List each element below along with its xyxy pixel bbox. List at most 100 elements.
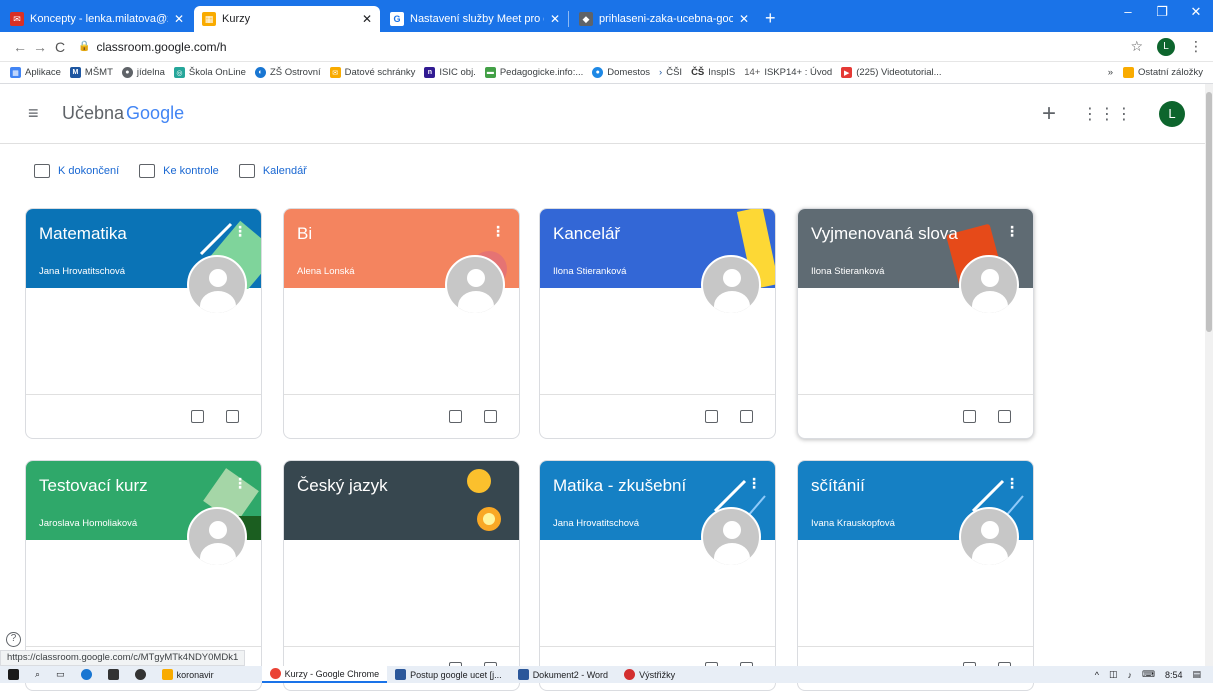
page-icon: ◆ — [579, 12, 593, 26]
notifications-icon[interactable]: ▤ — [1192, 669, 1201, 680]
portfolio-icon[interactable] — [191, 410, 204, 423]
store-icon — [107, 669, 119, 680]
bookmark-item[interactable]: ◐ ZŠ Ostrovní — [254, 67, 321, 78]
scrollbar-thumb[interactable] — [1206, 92, 1212, 332]
course-title[interactable]: Matematika — [39, 224, 127, 244]
skype-button[interactable] — [127, 666, 154, 683]
course-title[interactable]: Matika - zkušební — [553, 476, 686, 496]
bookmark-item[interactable]: ▦ Aplikace — [10, 67, 61, 78]
review-link[interactable]: Ke kontrole — [139, 164, 219, 178]
search-button[interactable]: ⌕ — [27, 666, 48, 683]
bookmark-item[interactable]: ▬ Pedagogicke.info:... — [484, 67, 583, 78]
edge-button[interactable] — [73, 666, 100, 683]
help-icon[interactable]: ? — [6, 632, 21, 647]
browser-tab[interactable]: ✉ Koncepty - lenka.milatova@zsste ✕ — [2, 6, 192, 32]
url-field[interactable]: 🔒 classroom.google.com/h — [78, 40, 1130, 54]
bookmark-item[interactable]: ✉ Datové schránky — [329, 67, 415, 78]
bookmark-item[interactable]: M MŠMT — [69, 67, 113, 78]
bookmark-item[interactable]: ● Domestos — [592, 67, 650, 78]
card-menu-icon[interactable]: ⋮ — [1005, 475, 1019, 492]
folder-icon[interactable] — [998, 410, 1011, 423]
close-icon[interactable]: ✕ — [739, 12, 749, 26]
classroom-icon: ▦ — [202, 12, 216, 26]
brand-prefix: Učebna — [62, 103, 125, 123]
account-avatar[interactable]: L — [1159, 100, 1185, 127]
page-scrollbar[interactable] — [1205, 84, 1213, 666]
course-card[interactable]: Český jazyk — [283, 460, 520, 691]
close-icon[interactable]: ✕ — [550, 12, 560, 26]
course-card[interactable]: Kancelář Ilona Stieranková — [539, 208, 776, 439]
card-menu-icon[interactable]: ⋮ — [1005, 223, 1019, 240]
card-menu-icon[interactable]: ⋮ — [233, 223, 247, 240]
portfolio-icon[interactable] — [963, 410, 976, 423]
menu-icon[interactable]: ≡ — [28, 103, 52, 124]
browser-tab[interactable]: G Nastavení služby Meet pro distan ✕ — [382, 6, 568, 32]
close-icon[interactable]: ✕ — [174, 12, 184, 26]
new-tab-button[interactable]: + — [765, 8, 776, 29]
course-title[interactable]: Bi — [297, 224, 312, 244]
reload-icon[interactable]: C — [50, 39, 70, 55]
network-icon[interactable]: ◫ — [1109, 669, 1118, 680]
back-icon[interactable]: ← — [10, 39, 30, 55]
card-menu-icon[interactable]: ⋮ — [233, 475, 247, 492]
taskbar-chrome[interactable]: Kurzy - Google Chrome — [261, 666, 388, 683]
start-button[interactable] — [0, 666, 27, 683]
course-card[interactable]: Vyjmenovaná slova Ilona Stieranková ⋮ — [797, 208, 1034, 439]
bookmark-item[interactable]: ▶ (225) Videotutorial... — [841, 67, 942, 78]
bookmark-item[interactable]: › ČŠI — [659, 67, 682, 78]
folder-icon[interactable] — [740, 410, 753, 423]
course-card[interactable]: Bi Alena Lonská ⋮ — [283, 208, 520, 439]
card-menu-icon[interactable]: ⋮ — [491, 223, 505, 240]
bookmark-item[interactable]: ČŠ InspIS — [691, 67, 735, 78]
forward-icon[interactable]: → — [30, 39, 50, 55]
todo-link[interactable]: K dokončení — [34, 164, 119, 178]
course-title[interactable]: Vyjmenovaná slova — [811, 224, 958, 244]
folder-icon[interactable] — [226, 410, 239, 423]
minimize-button[interactable]: – — [1111, 0, 1145, 24]
profile-avatar[interactable]: L — [1157, 37, 1175, 56]
bookmark-label: Aplikace — [25, 67, 61, 78]
folder-icon[interactable] — [484, 410, 497, 423]
course-title[interactable]: Český jazyk — [297, 476, 388, 496]
calendar-link[interactable]: Kalendář — [238, 164, 307, 178]
other-bookmarks-folder[interactable]: Ostatní záložky — [1123, 67, 1203, 78]
clock[interactable]: 8:54 — [1165, 670, 1183, 680]
card-footer — [540, 394, 775, 438]
folder-icon — [161, 669, 173, 680]
volume-icon[interactable]: ♪ — [1127, 670, 1132, 680]
close-window-button[interactable]: ✕ — [1179, 0, 1213, 24]
bookmark-item[interactable]: ◎ Škola OnLine — [173, 67, 246, 78]
course-title[interactable]: sčítánií — [811, 476, 865, 496]
taskbar-word-1[interactable]: Postup google ucet [j... — [387, 666, 510, 683]
add-class-button[interactable]: + — [1042, 100, 1056, 128]
course-card[interactable]: sčítánií Ivana Krauskopfová ⋮ — [797, 460, 1034, 691]
course-title[interactable]: Testovací kurz — [39, 476, 148, 496]
card-menu-icon[interactable]: ⋮ — [747, 475, 761, 492]
portfolio-icon[interactable] — [705, 410, 718, 423]
browser-tab[interactable]: ◆ prihlaseni-zaka-ucebna-google- ✕ — [571, 6, 757, 32]
bookmark-item[interactable]: n ISIC obj. — [424, 67, 476, 78]
classroom-logo[interactable]: Učebna Google — [62, 103, 184, 124]
store-button[interactable] — [100, 666, 127, 683]
course-card[interactable]: Matematika Jana Hrovatitschová ⋮ — [25, 208, 262, 439]
bookmarks-overflow-button[interactable]: » — [1108, 67, 1113, 78]
browser-tab-strip: ✉ Koncepty - lenka.milatova@zsste ✕ ▦ Ku… — [0, 0, 1213, 32]
taskbar-snipping[interactable]: Výstřižky — [616, 666, 683, 683]
skola-online-icon: ◎ — [173, 67, 185, 78]
maximize-button[interactable]: ❐ — [1145, 0, 1179, 24]
course-title[interactable]: Kancelář — [553, 224, 620, 244]
bookmark-star-icon[interactable]: ☆ — [1130, 38, 1143, 55]
portfolio-icon[interactable] — [449, 410, 462, 423]
browser-tab-active[interactable]: ▦ Kurzy ✕ — [194, 6, 380, 32]
taskbar-folder[interactable]: koronavir — [154, 666, 222, 683]
bookmark-item[interactable]: 14+ ISKP14+ : Úvod — [744, 67, 832, 78]
taskbar-word-2[interactable]: Dokument2 - Word — [510, 666, 616, 683]
course-card[interactable]: Matika - zkušební Jana Hrovatitschová ⋮ — [539, 460, 776, 691]
keyboard-icon[interactable]: ⌨ — [1142, 669, 1155, 680]
bookmark-item[interactable]: ● jídelna — [121, 67, 165, 78]
google-apps-icon[interactable]: ⋮⋮⋮ — [1082, 104, 1133, 124]
chevron-up-icon[interactable]: ^ — [1095, 670, 1099, 680]
browser-menu-icon[interactable]: ⋮ — [1189, 38, 1203, 55]
close-icon[interactable]: ✕ — [362, 12, 372, 26]
task-view-button[interactable]: ▭ — [48, 666, 73, 683]
